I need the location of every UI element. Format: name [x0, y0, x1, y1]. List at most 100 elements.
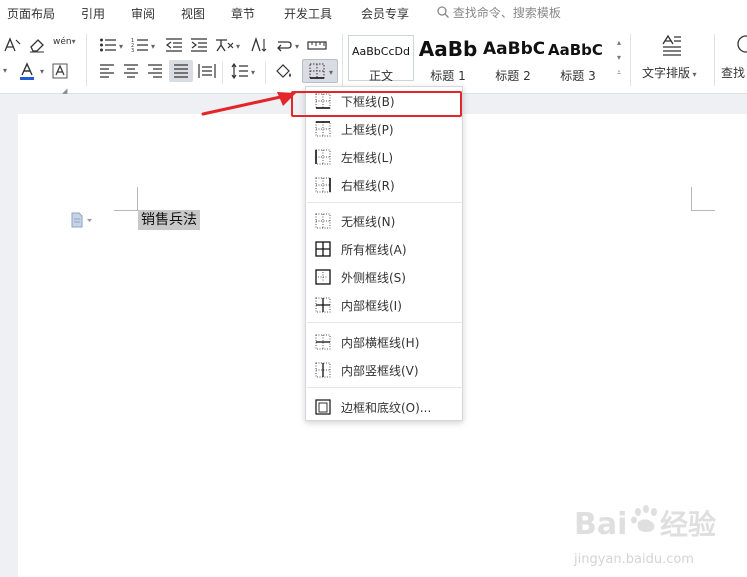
clear-format-a-icon[interactable] [3, 37, 21, 53]
chinese-layout-icon[interactable] [215, 37, 235, 53]
border-dropdown-menu: 下框线(B) 上框线(P) 左框线(L) 右框线(R) 无框线(N) 所有框线(… [305, 86, 463, 421]
menu-item-label: 外侧框线(S) [341, 271, 406, 285]
tab-developer[interactable]: 开发工具 [284, 5, 332, 22]
eraser-icon[interactable] [28, 37, 46, 53]
chevron-up-icon[interactable]: ▴ [612, 35, 626, 50]
style-normal[interactable]: AaBbCcDd 正文 [348, 35, 414, 83]
style-heading-2[interactable]: AaBbC 标题 2 [481, 35, 545, 83]
style-normal-label: 正文 [368, 69, 393, 83]
find-button[interactable]: 查找 [721, 66, 745, 80]
style-heading-2-label: 标题 2 [495, 69, 531, 83]
character-border-icon[interactable] [52, 63, 68, 79]
style-heading-3[interactable]: AaBbC 标题 3 [546, 35, 610, 83]
all-borders-icon [315, 241, 331, 257]
menu-item-label: 所有框线(A) [341, 243, 407, 257]
tab-page-layout[interactable]: 页面布局 [7, 5, 55, 22]
align-center-icon[interactable] [123, 64, 139, 78]
menu-divider [307, 202, 463, 203]
menu-item-inside-horizontal-border[interactable]: 内部横框线(H) [307, 329, 463, 355]
font-size-dropdown[interactable]: ▾ [3, 64, 7, 78]
bullet-list-icon[interactable] [99, 37, 117, 53]
menu-item-label: 边框和底纹(O)... [341, 401, 432, 415]
line-break-icon[interactable] [275, 37, 293, 53]
menu-item-inside-vertical-border[interactable]: 内部竖框线(V) [307, 357, 463, 383]
menu-item-label: 内部横框线(H) [341, 336, 420, 350]
inside-horizontal-border-icon [315, 334, 331, 350]
decrease-indent-icon[interactable] [165, 37, 183, 53]
margin-corner-top-right [691, 187, 715, 211]
paragraph-menu-icon[interactable] [70, 212, 94, 228]
line-break-dropdown[interactable]: ▾ [295, 42, 299, 51]
menu-item-no-border[interactable]: 无框线(N) [307, 208, 463, 234]
right-border-icon [315, 177, 331, 193]
menu-divider [307, 387, 463, 388]
menu-divider [307, 322, 463, 323]
numbered-list-dropdown[interactable]: ▾ [151, 42, 155, 51]
tab-references[interactable]: 引用 [81, 5, 105, 22]
menu-item-top-border[interactable]: 上框线(P) [307, 116, 463, 142]
tab-view[interactable]: 视图 [181, 5, 205, 22]
pinyin-guide-icon[interactable]: wén▾ [53, 35, 76, 49]
outside-borders-icon [315, 269, 331, 285]
pinyin-glyph: wén [53, 37, 72, 47]
tab-member[interactable]: 会员专享 [361, 5, 409, 22]
font-color-dropdown[interactable]: ▾ [40, 65, 44, 79]
menu-item-right-border[interactable]: 右框线(R) [307, 172, 463, 198]
font-group-expand-icon[interactable]: ◢ [62, 84, 67, 98]
border-dropdown-arrow[interactable]: ▾ [329, 66, 333, 80]
toolbar-divider [714, 34, 715, 86]
menu-item-label: 右框线(R) [341, 179, 395, 193]
chinese-layout-dropdown[interactable]: ▾ [236, 42, 240, 51]
text-layout-label: 文字排版 [642, 66, 691, 80]
menu-item-outside-borders[interactable]: 外侧框线(S) [307, 264, 463, 290]
style-heading-3-label: 标题 3 [560, 69, 596, 83]
menu-item-borders-and-shading[interactable]: 边框和底纹(O)... [307, 394, 463, 420]
ribbon-tab-bar: 页面布局 引用 审阅 视图 章节 开发工具 会员专享 查找命令、搜索模板 [0, 0, 747, 26]
top-border-icon [315, 121, 331, 137]
annotation-highlight-box [291, 91, 462, 117]
menu-item-all-borders[interactable]: 所有框线(A) [307, 236, 463, 262]
justify-icon[interactable] [169, 60, 193, 82]
text-layout-button[interactable]: 文字排版 ▾ [642, 66, 697, 82]
margin-corner-top-left [114, 187, 138, 211]
bullet-list-dropdown[interactable]: ▾ [119, 42, 123, 51]
align-right-icon[interactable] [147, 64, 163, 78]
toolbar-divider [265, 62, 266, 84]
text-direction-icon[interactable] [249, 37, 267, 53]
menu-item-label: 无框线(N) [341, 215, 396, 229]
watermark-url: jingyan.baidu.com [574, 552, 694, 567]
line-spacing-dropdown[interactable]: ▾ [251, 68, 255, 77]
menu-item-label: 内部框线(I) [341, 299, 402, 313]
search-icon [437, 6, 449, 18]
line-spacing-icon[interactable] [231, 63, 249, 79]
shading-fill-icon[interactable] [274, 63, 294, 79]
style-normal-sample: AaBbCcDd [352, 45, 410, 58]
menu-item-left-border[interactable]: 左框线(L) [307, 144, 463, 170]
border-button[interactable]: ▾ [302, 59, 338, 83]
text-layout-icon[interactable] [660, 34, 682, 56]
ruler-icon[interactable] [307, 37, 327, 53]
chevron-down-icon[interactable]: ▾ [612, 50, 626, 65]
style-heading-1[interactable]: AaBb 标题 1 [416, 35, 480, 83]
toolbar-divider [222, 62, 223, 84]
distributed-align-icon[interactable] [198, 63, 216, 79]
style-heading-3-sample: AaBbC [548, 41, 603, 59]
menu-item-label: 内部竖框线(V) [341, 364, 419, 378]
numbered-list-icon[interactable]: 123 [131, 37, 149, 53]
font-color-icon[interactable] [18, 62, 38, 80]
command-search[interactable]: 查找命令、搜索模板 [437, 4, 561, 21]
style-gallery-scroll[interactable]: ▴ ▾ ⩡ [612, 35, 626, 81]
menu-item-inside-borders[interactable]: 内部框线(I) [307, 292, 463, 318]
selected-text[interactable]: 销售兵法 [138, 210, 200, 230]
expand-gallery-icon[interactable]: ⩡ [612, 65, 626, 80]
ribbon-toolbar: wén▾ ▾ ▾ ◢ ▾ 123 ▾ ▾ ▾ ▾ ▾ AaBbCcDd 正文 A… [0, 26, 747, 95]
tab-chapter[interactable]: 章节 [231, 5, 255, 22]
inside-vertical-border-icon [315, 362, 331, 378]
increase-indent-icon[interactable] [190, 37, 208, 53]
align-left-icon[interactable] [99, 64, 115, 78]
tab-review[interactable]: 审阅 [131, 5, 155, 22]
style-heading-1-sample: AaBb [418, 37, 478, 61]
command-search-placeholder: 查找命令、搜索模板 [452, 6, 561, 20]
find-icon[interactable] [736, 34, 747, 56]
left-border-icon [315, 149, 331, 165]
